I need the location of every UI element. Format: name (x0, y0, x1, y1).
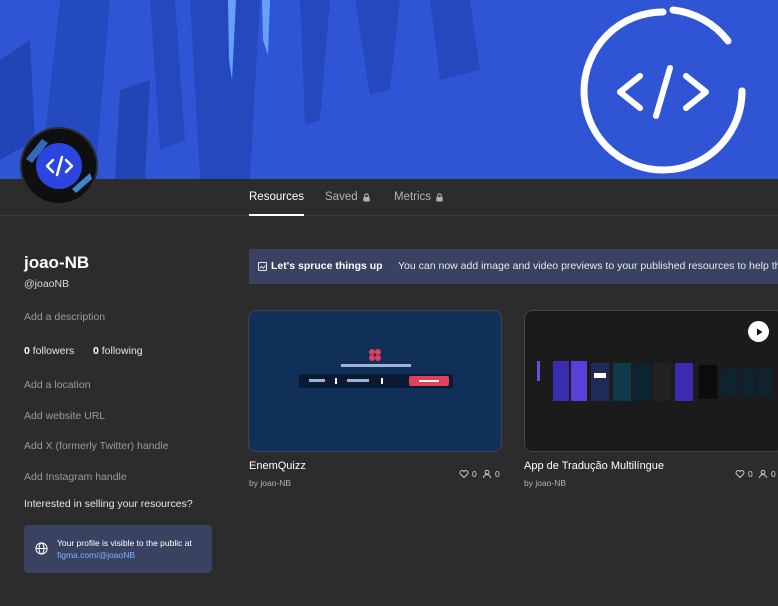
likes-count[interactable]: 0 (459, 469, 477, 479)
tab-resources-label: Resources (249, 191, 304, 203)
likes-value: 0 (472, 469, 477, 479)
globe-icon (35, 542, 48, 555)
profile-handle: @joaoNB (24, 278, 70, 290)
heart-icon (459, 470, 469, 479)
likes-value: 0 (748, 469, 753, 479)
app-screens-preview-image (537, 361, 773, 401)
likes-count[interactable]: 0 (735, 469, 753, 479)
profile-name: joao-NB (24, 253, 90, 272)
sell-resources-link[interactable]: Interested in selling your resources? (24, 498, 193, 510)
promo-banner[interactable]: Let's spruce things up You can now add i… (249, 249, 778, 284)
tab-saved[interactable]: Saved (325, 179, 371, 215)
user-icon (759, 469, 767, 479)
users-value: 0 (771, 469, 776, 479)
profile-banner (0, 0, 778, 179)
heart-icon (735, 470, 745, 479)
users-value: 0 (495, 469, 500, 479)
tab-bar: Resources Saved Metrics (0, 179, 778, 216)
resource-title[interactable]: App de Tradução Multilíngue (524, 460, 664, 472)
image-preview-icon (258, 262, 267, 271)
user-icon (483, 469, 491, 479)
add-website-link[interactable]: Add website URL (24, 410, 105, 422)
add-instagram-link[interactable]: Add Instagram handle (24, 471, 127, 483)
tab-resources[interactable]: Resources (249, 179, 304, 216)
following-count[interactable]: 0 following (93, 345, 143, 357)
quiz-preview-image (299, 349, 453, 388)
add-x-handle-link[interactable]: Add X (formerly Twitter) handle (24, 440, 169, 452)
add-description-link[interactable]: Add a description (24, 311, 105, 323)
visibility-text: Your profile is visible to the public at (57, 538, 192, 548)
lock-icon (362, 192, 370, 202)
promo-message: You can now add image and video previews… (398, 260, 778, 272)
resource-card-thumbnail[interactable] (524, 310, 778, 452)
play-icon (756, 328, 762, 335)
users-count: 0 (482, 469, 500, 479)
add-location-link[interactable]: Add a location (24, 379, 91, 391)
tab-metrics-label: Metrics (394, 191, 432, 203)
resource-author[interactable]: by joao-NB (249, 478, 291, 488)
public-visibility-notice: Your profile is visible to the public at… (24, 525, 212, 573)
promo-title: Let's spruce things up (271, 260, 383, 272)
profile-url-link[interactable]: figma.com/@joaoNB (57, 549, 135, 561)
following-label: following (98, 345, 143, 357)
play-video-button[interactable] (748, 321, 769, 342)
followers-label: followers (29, 345, 75, 357)
code-brackets-icon (580, 6, 746, 174)
resource-card-thumbnail[interactable] (248, 310, 502, 452)
resource-author[interactable]: by joao-NB (524, 478, 566, 488)
users-count: 0 (758, 469, 776, 479)
tab-metrics[interactable]: Metrics (394, 179, 444, 215)
tab-saved-label: Saved (325, 191, 358, 203)
followers-count[interactable]: 0 followers (24, 345, 74, 357)
resource-title[interactable]: EnemQuizz (249, 460, 306, 472)
lock-icon (436, 192, 443, 202)
